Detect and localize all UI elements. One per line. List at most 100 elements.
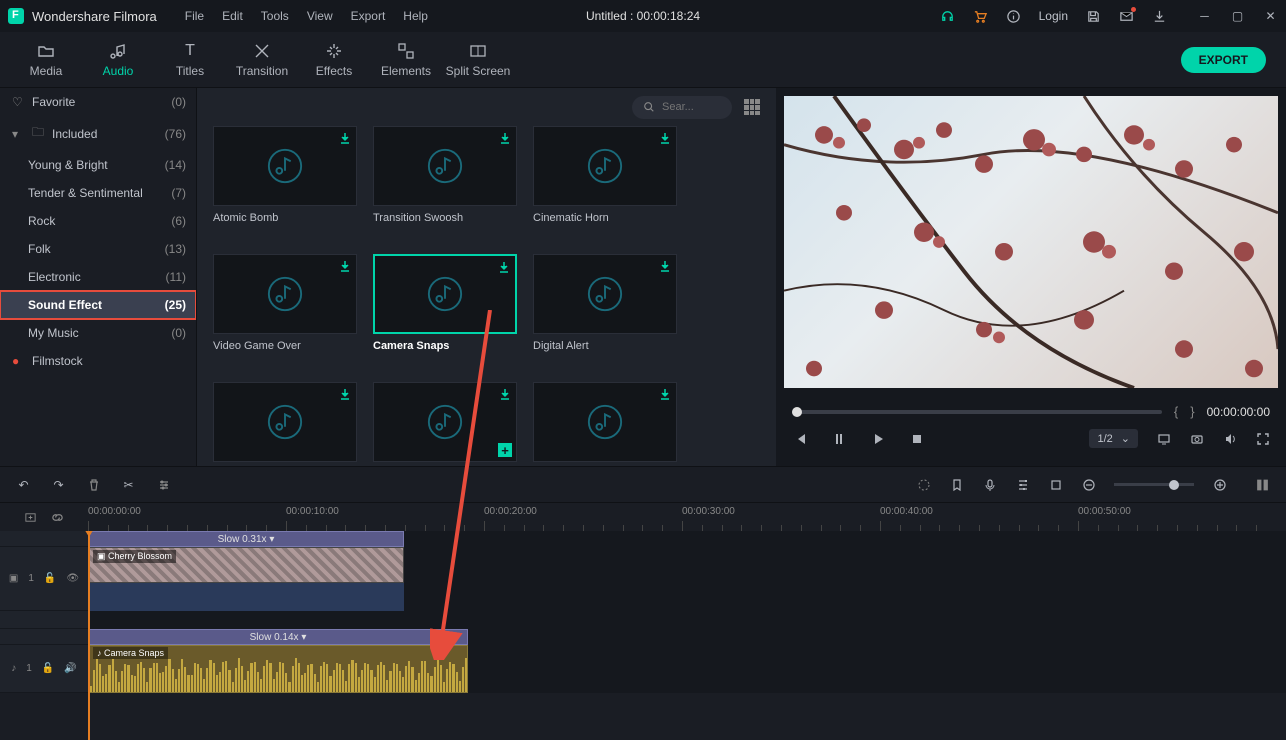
sidebar-item-rock[interactable]: Rock(6) <box>0 207 196 235</box>
asset-item[interactable]: Atomic Bomb <box>213 126 357 224</box>
download-icon[interactable] <box>658 131 672 145</box>
tab-audio[interactable]: Audio <box>82 32 154 88</box>
asset-item[interactable]: Cinematic Horn <box>533 126 677 224</box>
menu-help[interactable]: Help <box>403 9 428 23</box>
adjust-icon[interactable] <box>156 477 171 492</box>
zoom-in-icon[interactable] <box>1212 477 1227 492</box>
playhead[interactable] <box>88 531 90 740</box>
tab-elements[interactable]: Elements <box>370 32 442 88</box>
prev-frame-icon[interactable] <box>792 431 807 446</box>
step-back-icon[interactable] <box>831 431 846 446</box>
asset-item[interactable]: Transition Swoosh <box>373 126 517 224</box>
download-icon[interactable] <box>338 387 352 401</box>
search-input[interactable] <box>632 96 732 119</box>
video-track-body[interactable]: ▣ Cherry Blossom <box>88 547 1286 610</box>
scrubber[interactable] <box>792 410 1162 414</box>
info-icon[interactable] <box>1006 9 1021 24</box>
minimize-icon[interactable]: ─ <box>1197 9 1212 24</box>
menu-view[interactable]: View <box>307 9 333 23</box>
download-icon[interactable] <box>497 260 511 274</box>
display-icon[interactable] <box>1156 431 1171 446</box>
audio-track-body[interactable]: ♪ Camera Snaps <box>88 645 1286 692</box>
asset-item[interactable]: Video Game Over <box>213 254 357 352</box>
scrubber-handle[interactable] <box>792 407 802 417</box>
menu-export[interactable]: Export <box>351 9 386 23</box>
download-icon[interactable] <box>338 259 352 273</box>
crop-icon[interactable] <box>1048 477 1063 492</box>
redo-icon[interactable]: ↷ <box>51 477 66 492</box>
render-icon[interactable] <box>916 477 931 492</box>
asset-thumbnail[interactable] <box>533 382 677 462</box>
tab-titles[interactable]: TTitles <box>154 32 226 88</box>
sidebar-item-favorite[interactable]: ♡Favorite(0) <box>0 88 196 116</box>
tab-media[interactable]: Media <box>10 32 82 88</box>
asset-item[interactable]: Digital Alert <box>533 254 677 352</box>
speaker-icon[interactable]: 🔊 <box>64 663 76 674</box>
sidebar-item-young-bright[interactable]: Young & Bright(14) <box>0 151 196 179</box>
tab-effects[interactable]: Effects <box>298 32 370 88</box>
audio-speed-clip[interactable]: Slow 0.14x ▾ <box>88 629 468 645</box>
snapshot-icon[interactable] <box>1189 431 1204 446</box>
pause-stack-icon[interactable] <box>1255 477 1270 492</box>
zoom-slider[interactable] <box>1114 483 1194 486</box>
message-icon[interactable] <box>1119 9 1134 24</box>
fullscreen-icon[interactable] <box>1255 431 1270 446</box>
menu-edit[interactable]: Edit <box>222 9 243 23</box>
login-button[interactable]: Login <box>1039 9 1068 23</box>
asset-thumbnail[interactable] <box>373 126 517 206</box>
timeline-ruler[interactable]: 00:00:00:0000:00:10:0000:00:20:0000:00:3… <box>88 503 1286 531</box>
cart-icon[interactable] <box>973 9 988 24</box>
menu-file[interactable]: File <box>185 9 204 23</box>
download-icon[interactable] <box>338 131 352 145</box>
tab-transition[interactable]: Transition <box>226 32 298 88</box>
asset-thumbnail[interactable] <box>533 126 677 206</box>
undo-icon[interactable]: ↶ <box>16 477 31 492</box>
video-track-head[interactable]: ▣1 🔓 👁 <box>0 547 88 610</box>
search-field[interactable] <box>662 101 722 113</box>
sidebar-item-folk[interactable]: Folk(13) <box>0 235 196 263</box>
link-icon[interactable] <box>50 510 65 525</box>
mixer-icon[interactable] <box>1015 477 1030 492</box>
track-add-icon[interactable] <box>23 510 38 525</box>
audio-clip[interactable]: ♪ Camera Snaps <box>88 645 468 693</box>
save-icon[interactable] <box>1086 9 1101 24</box>
download-icon[interactable] <box>658 387 672 401</box>
mic-icon[interactable] <box>982 477 997 492</box>
lock-icon[interactable]: 🔓 <box>42 663 54 674</box>
mark-in-icon[interactable]: { <box>1174 404 1178 419</box>
asset-item[interactable]: Page Turn <box>213 382 357 466</box>
zoom-out-icon[interactable] <box>1081 477 1096 492</box>
menu-tools[interactable]: Tools <box>261 9 289 23</box>
tab-split-screen[interactable]: Split Screen <box>442 32 514 88</box>
sidebar-item-tender[interactable]: Tender & Sentimental(7) <box>0 179 196 207</box>
mark-out-icon[interactable]: } <box>1190 404 1194 419</box>
export-button[interactable]: EXPORT <box>1181 47 1266 73</box>
asset-thumbnail[interactable] <box>213 254 357 334</box>
play-icon[interactable] <box>870 431 885 446</box>
lock-icon[interactable]: 🔓 <box>44 573 56 584</box>
maximize-icon[interactable]: ▢ <box>1230 9 1245 24</box>
sidebar-item-filmstock[interactable]: ●Filmstock <box>0 347 196 375</box>
asset-thumbnail[interactable] <box>213 382 357 462</box>
headset-icon[interactable] <box>940 9 955 24</box>
asset-item[interactable]: Glass Break Explosion <box>533 382 677 466</box>
download-icon[interactable] <box>658 259 672 273</box>
download-icon[interactable] <box>1152 9 1167 24</box>
asset-thumbnail[interactable]: + <box>373 382 517 462</box>
asset-item[interactable]: +Video Game Jump <box>373 382 517 466</box>
zoom-knob[interactable] <box>1169 480 1179 490</box>
sidebar-item-included[interactable]: ▾🗀Included(76) <box>0 116 196 151</box>
cut-icon[interactable]: ✂ <box>121 477 136 492</box>
download-icon[interactable] <box>498 131 512 145</box>
eye-icon[interactable]: 👁 <box>66 573 79 584</box>
page-selector[interactable]: 1/2⌄ <box>1089 429 1138 448</box>
asset-item[interactable]: Camera Snaps <box>373 254 517 352</box>
download-icon[interactable] <box>498 387 512 401</box>
audio-track-head[interactable]: ♪1 🔓 🔊 <box>0 645 88 692</box>
add-icon[interactable]: + <box>498 443 512 457</box>
sidebar-item-sound-effect[interactable]: Sound Effect(25) <box>0 291 196 319</box>
volume-icon[interactable] <box>1222 431 1237 446</box>
sidebar-item-my-music[interactable]: My Music(0) <box>0 319 196 347</box>
video-speed-clip[interactable]: Slow 0.31x ▾ <box>88 531 404 547</box>
sidebar-item-electronic[interactable]: Electronic(11) <box>0 263 196 291</box>
